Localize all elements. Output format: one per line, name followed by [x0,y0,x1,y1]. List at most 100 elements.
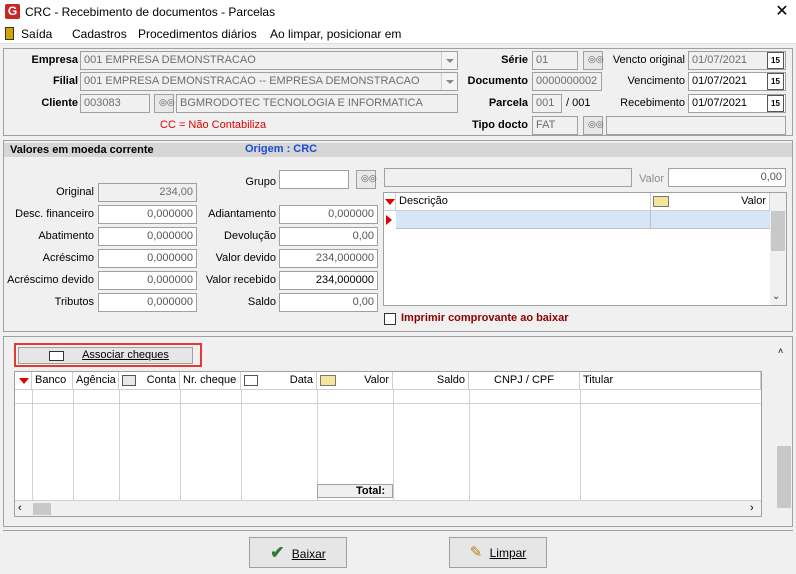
devolucao-field[interactable]: 0,00 [279,227,378,246]
scrollbar-thumb[interactable] [771,211,785,251]
scroll-left-icon[interactable]: ‹ [18,502,22,514]
binoculars-search-icon[interactable]: ◎◎ [356,170,377,189]
window-title: CRC - Recebimento de documentos - Parcel… [25,5,276,19]
desc-financeiro-field[interactable]: 0,000000 [98,205,197,224]
calendar-icon[interactable]: 15 [767,52,784,69]
chevron-down-icon[interactable] [441,52,457,69]
calendar-icon[interactable]: 15 [767,73,784,90]
parcela-label: Parcela [488,97,528,109]
menu-saida[interactable]: Saída [21,27,52,41]
scrollbar-thumb[interactable] [777,446,791,508]
acrescimo-label: Acréscimo [42,252,94,264]
valor-devido-label: Valor devido [215,252,276,264]
column-header-nr-cheque[interactable]: Nr. cheque [180,372,241,390]
column-header-titular[interactable]: Titular [580,372,761,390]
valor-field[interactable]: 0,00 [668,168,786,187]
column-header-descricao[interactable]: Descrição [396,193,651,211]
column-header-cnpj-cpf[interactable]: CNPJ / CPF [469,372,580,390]
tributos-field[interactable]: 0,000000 [98,293,197,312]
column-header-conta[interactable]: Conta [119,372,180,390]
acrescimo-devido-field[interactable]: 0,000000 [98,271,197,290]
column-header-banco[interactable]: Banco [32,372,73,390]
money-icon [653,196,669,207]
account-icon [122,375,136,386]
table-row[interactable] [396,211,770,229]
scroll-right-icon[interactable]: › [750,502,754,514]
origem-label: Origem : CRC [245,143,318,155]
associar-cheques-button[interactable]: Associar cheques [18,347,193,364]
scrollbar-thumb[interactable] [33,503,51,515]
column-header-valor[interactable]: Valor [651,193,770,211]
baixar-button[interactable]: ✔ Baixar [249,537,347,568]
calendar-icon[interactable]: 15 [767,95,784,112]
imprimir-checkbox[interactable] [384,313,396,325]
abatimento-field[interactable]: 0,000000 [98,227,197,246]
panel-vertical-scrollbar[interactable]: ˄ [776,344,792,524]
column-header-saldo[interactable]: Saldo [393,372,469,390]
menu-ao-limpar[interactable]: Ao limpar, posicionar em [270,27,401,41]
sort-arrow-icon[interactable] [19,378,29,384]
valor-recebido-field[interactable]: 234,000000 [279,271,378,290]
tipo-docto-label: Tipo docto [471,119,528,131]
grupo-field[interactable] [279,170,349,189]
column-header-agencia[interactable]: Agência [73,372,119,390]
desc-financeiro-label: Desc. financeiro [15,208,94,220]
title-bar: G CRC - Recebimento de documentos - Parc… [0,0,796,24]
parcela-field[interactable]: 001 [532,94,562,113]
descricao-valor-grid: Descrição Valor ⌄ [383,192,787,306]
binoculars-search-icon[interactable]: ◎◎ [583,116,604,135]
cheque-icon [49,351,64,361]
valores-section-title: Valores em moeda corrente [10,144,154,156]
valor-recebido-label: Valor recebido [205,274,276,286]
menu-procedimentos-diarios[interactable]: Procedimentos diários [138,27,257,41]
footer-divider [3,530,793,531]
money-icon [320,375,336,386]
serie-field[interactable]: 01 [532,51,578,70]
abatimento-label: Abatimento [38,230,94,242]
grupo-label: Grupo [245,176,276,188]
sort-arrow-icon[interactable] [385,199,395,205]
tipo-docto-field[interactable]: FAT [532,116,578,135]
close-icon[interactable]: ✕ [770,1,794,23]
serie-label: Série [501,54,528,66]
vencto-original-label: Vencto original [612,54,685,66]
cc-note: CC = Não Contabiliza [160,119,267,131]
original-field: 234,00 [98,183,197,202]
vertical-scrollbar[interactable]: ⌄ [770,193,786,305]
valor-description-field [384,168,632,187]
column-header-data[interactable]: Data [241,372,317,390]
valor-label: Valor [639,173,664,185]
filial-label: Filial [52,75,78,87]
filial-select[interactable]: 001 EMPRESA DEMONSTRACAO -- EMPRESA DEMO… [80,72,458,91]
scroll-down-icon[interactable]: ⌄ [772,291,780,302]
saldo-label: Saldo [247,296,276,308]
table-row[interactable] [15,390,761,404]
checkmark-icon: ✔ [270,543,285,562]
adiantamento-field[interactable]: 0,000000 [279,205,378,224]
horizontal-scrollbar[interactable]: ‹ › [15,500,761,516]
valores-section-header: Valores em moeda corrente Origem : CRC [4,143,792,157]
original-label: Original [56,186,94,198]
tributos-label: Tributos [54,296,94,308]
documento-field[interactable]: 0000000002 [532,72,602,91]
limpar-button[interactable]: ✎ Limpar [449,537,547,568]
imprimir-label: Imprimir comprovante ao baixar [401,312,569,324]
column-header-valor[interactable]: Valor [317,372,393,390]
adiantamento-label: Adiantamento [208,208,276,220]
cliente-label: Cliente [41,97,78,109]
app-logo-icon: G [5,4,20,19]
calendar-grid-icon [244,375,258,386]
acrescimo-field[interactable]: 0,000000 [98,249,197,268]
binoculars-search-icon[interactable]: ◎◎ [583,51,604,70]
cheques-grid: Banco Agência Conta Nr. cheque Data Valo… [14,371,762,517]
empresa-label: Empresa [31,54,78,66]
saldo-field: 0,00 [279,293,378,312]
empresa-select[interactable]: 001 EMPRESA DEMONSTRACAO [80,51,458,70]
devolucao-label: Devolução [224,230,276,242]
eraser-broom-icon: ✎ [469,544,483,561]
cliente-code-field[interactable]: 003083 [80,94,150,113]
tipo-docto-description [606,116,786,135]
scroll-up-icon[interactable]: ˄ [778,346,783,356]
binoculars-search-icon[interactable]: ◎◎ [154,94,175,113]
menu-cadastros[interactable]: Cadastros [72,27,127,41]
